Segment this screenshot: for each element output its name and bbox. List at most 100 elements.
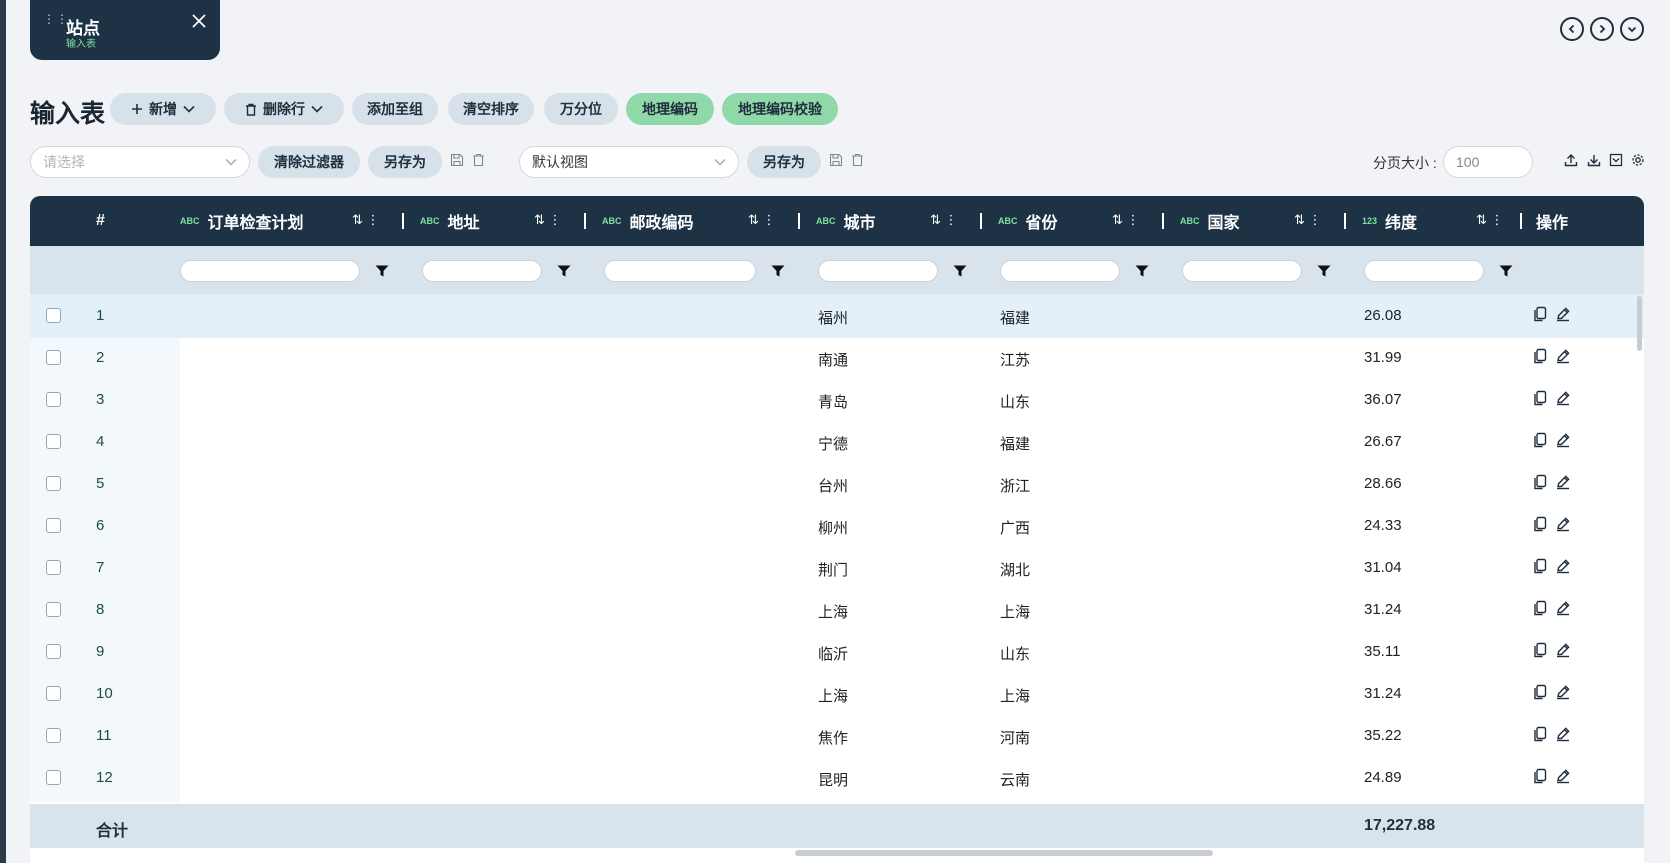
col-header-address[interactable]: ABC 地址 — [420, 196, 480, 246]
save-as-view-button[interactable]: 另存为 — [747, 146, 821, 178]
row-checkbox[interactable] — [46, 518, 61, 533]
clear-sort-button[interactable]: 清空排序 — [448, 93, 534, 125]
filter-funnel-icon[interactable] — [1499, 265, 1513, 277]
sort-icon[interactable]: ⇅ ⋮ — [748, 212, 776, 228]
edit-pencil-icon[interactable] — [1555, 642, 1571, 658]
row-checkbox[interactable] — [46, 560, 61, 575]
latitude-filter-input[interactable] — [1364, 260, 1484, 282]
table-row[interactable]: 1 福州 福建 26.08 — [30, 294, 1644, 338]
copy-icon[interactable] — [1533, 642, 1547, 658]
copy-icon[interactable] — [1533, 768, 1547, 784]
add-to-group-button[interactable]: 添加至组 — [352, 93, 438, 125]
copy-icon[interactable] — [1533, 600, 1547, 616]
copy-icon[interactable] — [1533, 474, 1547, 490]
col-header-city[interactable]: ABC 城市 — [816, 196, 876, 246]
geocode-button[interactable]: 地理编码 — [626, 93, 714, 125]
view-select[interactable]: 默认视图 — [519, 146, 739, 178]
column-resize-handle[interactable] — [584, 213, 586, 229]
province-filter-input[interactable] — [1000, 260, 1120, 282]
copy-icon[interactable] — [1533, 432, 1547, 448]
row-checkbox[interactable] — [46, 644, 61, 659]
edit-pencil-icon[interactable] — [1555, 558, 1571, 574]
edit-pencil-icon[interactable] — [1555, 684, 1571, 700]
copy-icon[interactable] — [1533, 348, 1547, 364]
filter-funnel-icon[interactable] — [771, 265, 785, 277]
horizontal-scrollbar[interactable] — [795, 850, 1213, 856]
col-header-order-plan[interactable]: ABC 订单检查计划 — [180, 196, 304, 246]
column-resize-handle[interactable] — [798, 213, 800, 229]
vertical-scrollbar[interactable] — [1637, 296, 1642, 351]
column-resize-handle[interactable] — [402, 213, 404, 229]
download-icon[interactable] — [1587, 153, 1601, 167]
row-checkbox[interactable] — [46, 350, 61, 365]
row-checkbox[interactable] — [46, 770, 61, 785]
sort-icon[interactable]: ⇅ ⋮ — [1294, 212, 1322, 228]
row-checkbox[interactable] — [46, 476, 61, 491]
drag-handle-icon[interactable]: ⋮⋮ — [43, 13, 68, 30]
country-filter-input[interactable] — [1182, 260, 1302, 282]
edit-pencil-icon[interactable] — [1555, 600, 1571, 616]
copy-icon[interactable] — [1533, 306, 1547, 322]
permille-button[interactable]: 万分位 — [544, 93, 618, 125]
trash-icon[interactable] — [472, 153, 485, 167]
row-checkbox[interactable] — [46, 728, 61, 743]
copy-icon[interactable] — [1533, 516, 1547, 532]
close-icon[interactable] — [190, 12, 208, 30]
edit-pencil-icon[interactable] — [1555, 390, 1571, 406]
settings-gear-icon[interactable] — [1631, 153, 1645, 167]
row-checkbox[interactable] — [46, 602, 61, 617]
edit-pencil-icon[interactable] — [1555, 474, 1571, 490]
filter-funnel-icon[interactable] — [375, 265, 389, 277]
order-plan-filter-input[interactable] — [180, 260, 360, 282]
chevron-left-icon[interactable] — [1560, 17, 1584, 41]
column-resize-handle[interactable] — [1162, 213, 1164, 229]
table-row[interactable]: 6 柳州 广西 24.33 — [30, 504, 1644, 548]
table-row[interactable]: 2 南通 江苏 31.99 — [30, 336, 1644, 380]
delete-row-button[interactable]: 删除行 — [224, 93, 344, 125]
checkbox-dropdown-icon[interactable] — [1609, 153, 1623, 167]
city-filter-input[interactable] — [818, 260, 938, 282]
sort-icon[interactable]: ⇅ ⋮ — [930, 212, 958, 228]
postal-code-filter-input[interactable] — [604, 260, 756, 282]
page-size-input[interactable]: 100 — [1443, 146, 1533, 178]
save-as-filter-button[interactable]: 另存为 — [368, 146, 442, 178]
copy-icon[interactable] — [1533, 390, 1547, 406]
col-header-postal-code[interactable]: ABC 邮政编码 — [602, 196, 694, 246]
upload-icon[interactable] — [1564, 153, 1578, 167]
edit-pencil-icon[interactable] — [1555, 516, 1571, 532]
edit-pencil-icon[interactable] — [1555, 306, 1571, 322]
sort-icon[interactable]: ⇅ ⋮ — [1476, 212, 1504, 228]
save-icon[interactable] — [829, 153, 843, 167]
table-row[interactable]: 4 宁德 福建 26.67 — [30, 420, 1644, 464]
table-row[interactable]: 12 昆明 云南 24.89 — [30, 756, 1644, 800]
column-resize-handle[interactable] — [1344, 213, 1346, 229]
sort-icon[interactable]: ⇅ ⋮ — [534, 212, 562, 228]
table-row[interactable]: 10 上海 上海 31.24 — [30, 672, 1644, 716]
row-checkbox[interactable] — [46, 392, 61, 407]
copy-icon[interactable] — [1533, 684, 1547, 700]
col-header-country[interactable]: ABC 国家 — [1180, 196, 1240, 246]
col-header-latitude[interactable]: 123 纬度 — [1362, 196, 1417, 246]
sort-icon[interactable]: ⇅ ⋮ — [352, 212, 380, 228]
save-icon[interactable] — [450, 153, 464, 167]
table-row[interactable]: 9 临沂 山东 35.11 — [30, 630, 1644, 674]
copy-icon[interactable] — [1533, 558, 1547, 574]
edit-pencil-icon[interactable] — [1555, 768, 1571, 784]
col-header-province[interactable]: ABC 省份 — [998, 196, 1058, 246]
table-row[interactable]: 7 荆门 湖北 31.04 — [30, 546, 1644, 590]
row-checkbox[interactable] — [46, 308, 61, 323]
geocode-check-button[interactable]: 地理编码校验 — [722, 93, 838, 125]
trash-icon[interactable] — [851, 153, 864, 167]
filter-funnel-icon[interactable] — [953, 265, 967, 277]
column-resize-handle[interactable] — [1520, 213, 1522, 229]
table-row[interactable]: 8 上海 上海 31.24 — [30, 588, 1644, 632]
edit-pencil-icon[interactable] — [1555, 726, 1571, 742]
edit-pencil-icon[interactable] — [1555, 348, 1571, 364]
tab-station[interactable]: ⋮⋮ 站点 输入表 — [30, 0, 220, 60]
filter-funnel-icon[interactable] — [1317, 265, 1331, 277]
chevron-down-icon[interactable] — [1620, 17, 1644, 41]
copy-icon[interactable] — [1533, 726, 1547, 742]
row-checkbox[interactable] — [46, 434, 61, 449]
filter-funnel-icon[interactable] — [1135, 265, 1149, 277]
filter-select[interactable]: 请选择 — [30, 146, 250, 178]
